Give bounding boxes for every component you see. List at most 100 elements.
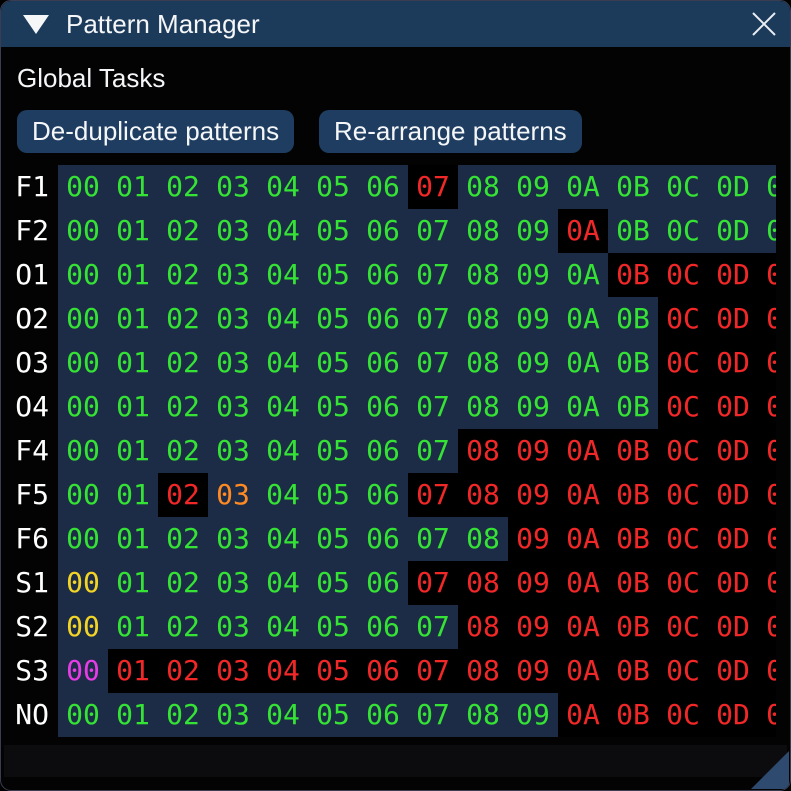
pattern-cell-F4-05[interactable]: 05	[308, 429, 358, 473]
pattern-cell-O2-01[interactable]: 01	[108, 297, 158, 341]
pattern-cell-O2-0E[interactable]: 0E	[758, 297, 776, 341]
pattern-cell-F4-02[interactable]: 02	[158, 429, 208, 473]
pattern-cell-O4-04[interactable]: 04	[258, 385, 308, 429]
pattern-cell-F2-05[interactable]: 05	[308, 209, 358, 253]
pattern-cell-F4-0A[interactable]: 0A	[558, 429, 608, 473]
pattern-cell-O2-04[interactable]: 04	[258, 297, 308, 341]
pattern-cell-F4-03[interactable]: 03	[208, 429, 258, 473]
pattern-cell-F6-04[interactable]: 04	[258, 517, 308, 561]
pattern-cell-O4-03[interactable]: 03	[208, 385, 258, 429]
pattern-cell-S3-08[interactable]: 08	[458, 649, 508, 693]
pattern-cell-S3-07[interactable]: 07	[408, 649, 458, 693]
pattern-cell-S1-0D[interactable]: 0D	[708, 561, 758, 605]
pattern-cell-NO-0C[interactable]: 0C	[658, 693, 708, 737]
pattern-cell-F1-00[interactable]: 00	[58, 165, 108, 209]
pattern-cell-F1-08[interactable]: 08	[458, 165, 508, 209]
pattern-cell-S3-0E[interactable]: 0E	[758, 649, 776, 693]
pattern-cell-F5-0A[interactable]: 0A	[558, 473, 608, 517]
pattern-cell-F6-07[interactable]: 07	[408, 517, 458, 561]
pattern-cell-F5-02[interactable]: 02	[158, 473, 208, 517]
pattern-cell-F4-07[interactable]: 07	[408, 429, 458, 473]
pattern-cell-F4-0E[interactable]: 0E	[758, 429, 776, 473]
pattern-cell-F6-08[interactable]: 08	[458, 517, 508, 561]
pattern-cell-S1-0E[interactable]: 0E	[758, 561, 776, 605]
pattern-cell-F6-02[interactable]: 02	[158, 517, 208, 561]
pattern-cell-O3-00[interactable]: 00	[58, 341, 108, 385]
pattern-cell-F1-06[interactable]: 06	[358, 165, 408, 209]
pattern-cell-F2-0B[interactable]: 0B	[608, 209, 658, 253]
pattern-cell-S2-0B[interactable]: 0B	[608, 605, 658, 649]
pattern-cell-S1-03[interactable]: 03	[208, 561, 258, 605]
pattern-cell-NO-0D[interactable]: 0D	[708, 693, 758, 737]
pattern-cell-F6-00[interactable]: 00	[58, 517, 108, 561]
pattern-cell-O2-0B[interactable]: 0B	[608, 297, 658, 341]
pattern-cell-S1-0B[interactable]: 0B	[608, 561, 658, 605]
pattern-cell-O1-04[interactable]: 04	[258, 253, 308, 297]
pattern-cell-S3-00[interactable]: 00	[58, 649, 108, 693]
pattern-cell-F5-0C[interactable]: 0C	[658, 473, 708, 517]
pattern-cell-S3-04[interactable]: 04	[258, 649, 308, 693]
pattern-cell-F5-0D[interactable]: 0D	[708, 473, 758, 517]
pattern-cell-F5-05[interactable]: 05	[308, 473, 358, 517]
pattern-cell-O1-0A[interactable]: 0A	[558, 253, 608, 297]
pattern-cell-NO-05[interactable]: 05	[308, 693, 358, 737]
pattern-cell-S2-05[interactable]: 05	[308, 605, 358, 649]
pattern-cell-S1-01[interactable]: 01	[108, 561, 158, 605]
pattern-cell-O4-06[interactable]: 06	[358, 385, 408, 429]
pattern-cell-S2-07[interactable]: 07	[408, 605, 458, 649]
horizontal-scrollbar[interactable]	[4, 745, 787, 777]
pattern-cell-F5-07[interactable]: 07	[408, 473, 458, 517]
pattern-cell-F2-04[interactable]: 04	[258, 209, 308, 253]
pattern-cell-S2-0C[interactable]: 0C	[658, 605, 708, 649]
pattern-cell-F5-04[interactable]: 04	[258, 473, 308, 517]
pattern-cell-F1-0B[interactable]: 0B	[608, 165, 658, 209]
pattern-cell-F4-0B[interactable]: 0B	[608, 429, 658, 473]
pattern-cell-O4-0B[interactable]: 0B	[608, 385, 658, 429]
pattern-cell-S1-0C[interactable]: 0C	[658, 561, 708, 605]
pattern-cell-NO-09[interactable]: 09	[508, 693, 558, 737]
pattern-cell-O1-0D[interactable]: 0D	[708, 253, 758, 297]
pattern-cell-O1-06[interactable]: 06	[358, 253, 408, 297]
pattern-cell-F2-02[interactable]: 02	[158, 209, 208, 253]
pattern-cell-S1-0A[interactable]: 0A	[558, 561, 608, 605]
pattern-cell-O4-02[interactable]: 02	[158, 385, 208, 429]
close-icon[interactable]	[751, 11, 777, 37]
pattern-cell-F1-04[interactable]: 04	[258, 165, 308, 209]
pattern-cell-O2-06[interactable]: 06	[358, 297, 408, 341]
pattern-cell-O3-09[interactable]: 09	[508, 341, 558, 385]
pattern-cell-S1-02[interactable]: 02	[158, 561, 208, 605]
pattern-cell-O3-0C[interactable]: 0C	[658, 341, 708, 385]
pattern-cell-O4-07[interactable]: 07	[408, 385, 458, 429]
pattern-cell-S2-09[interactable]: 09	[508, 605, 558, 649]
pattern-cell-F1-0D[interactable]: 0D	[708, 165, 758, 209]
pattern-cell-S2-0A[interactable]: 0A	[558, 605, 608, 649]
pattern-cell-NO-0A[interactable]: 0A	[558, 693, 608, 737]
pattern-cell-O3-07[interactable]: 07	[408, 341, 458, 385]
pattern-cell-O3-03[interactable]: 03	[208, 341, 258, 385]
pattern-cell-O2-07[interactable]: 07	[408, 297, 458, 341]
pattern-cell-F1-07[interactable]: 07	[408, 165, 458, 209]
pattern-cell-S1-08[interactable]: 08	[458, 561, 508, 605]
pattern-cell-NO-07[interactable]: 07	[408, 693, 458, 737]
pattern-cell-O2-0D[interactable]: 0D	[708, 297, 758, 341]
pattern-cell-S3-0B[interactable]: 0B	[608, 649, 658, 693]
pattern-cell-F5-00[interactable]: 00	[58, 473, 108, 517]
pattern-cell-F1-05[interactable]: 05	[308, 165, 358, 209]
pattern-cell-O3-0E[interactable]: 0E	[758, 341, 776, 385]
pattern-cell-F5-09[interactable]: 09	[508, 473, 558, 517]
pattern-cell-F4-00[interactable]: 00	[58, 429, 108, 473]
pattern-cell-O1-0B[interactable]: 0B	[608, 253, 658, 297]
pattern-cell-NO-0E[interactable]: 0E	[758, 693, 776, 737]
pattern-cell-F4-04[interactable]: 04	[258, 429, 308, 473]
pattern-cell-S1-09[interactable]: 09	[508, 561, 558, 605]
pattern-cell-F6-05[interactable]: 05	[308, 517, 358, 561]
pattern-cell-F5-03[interactable]: 03	[208, 473, 258, 517]
pattern-cell-NO-03[interactable]: 03	[208, 693, 258, 737]
pattern-cell-O1-03[interactable]: 03	[208, 253, 258, 297]
pattern-cell-O4-0D[interactable]: 0D	[708, 385, 758, 429]
pattern-cell-S3-06[interactable]: 06	[358, 649, 408, 693]
pattern-cell-O1-02[interactable]: 02	[158, 253, 208, 297]
pattern-cell-S3-05[interactable]: 05	[308, 649, 358, 693]
pattern-cell-F2-07[interactable]: 07	[408, 209, 458, 253]
pattern-cell-S2-00[interactable]: 00	[58, 605, 108, 649]
